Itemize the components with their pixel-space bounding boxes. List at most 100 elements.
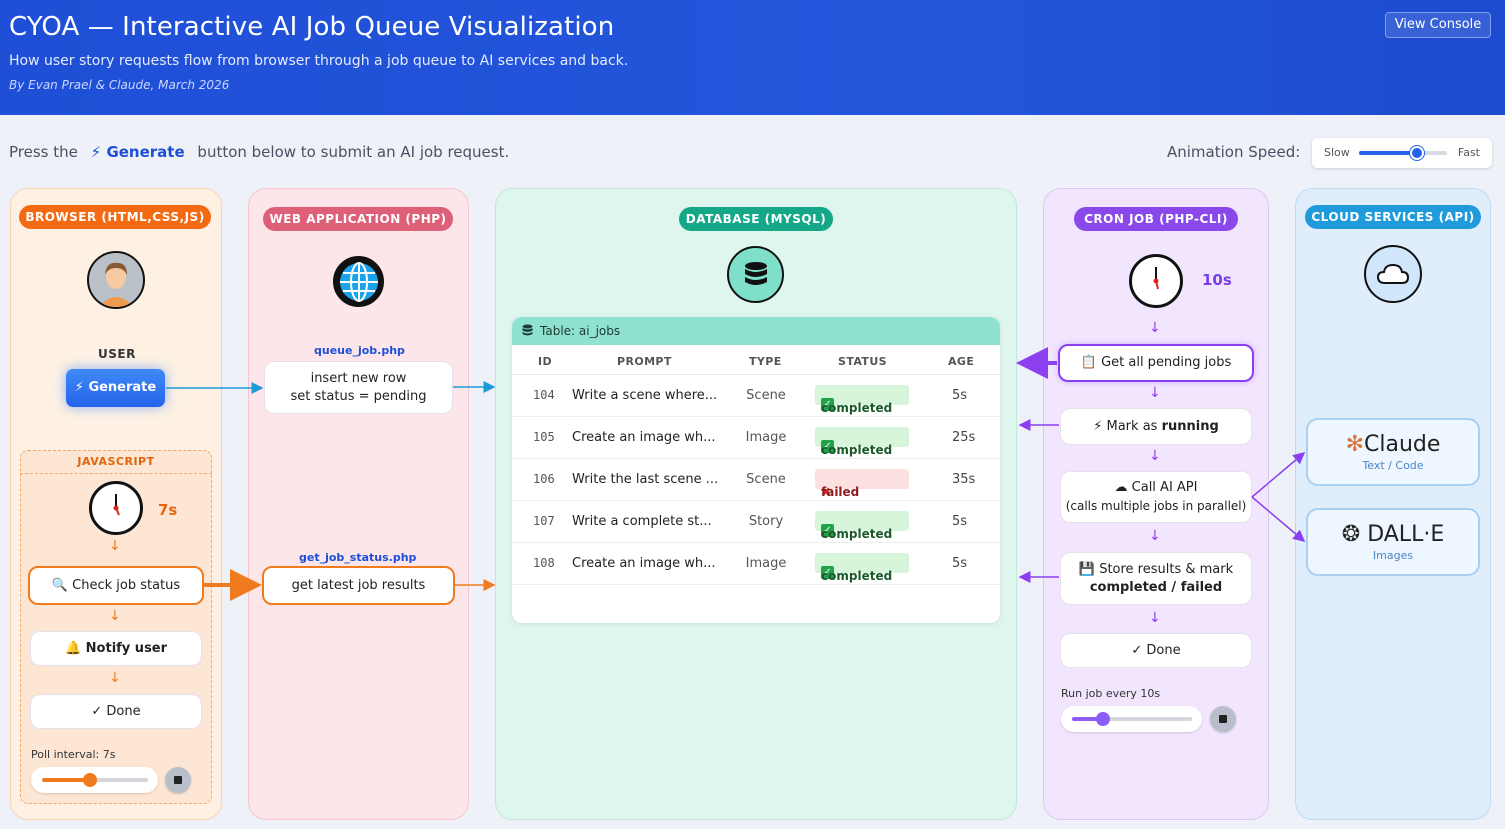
status-badge: ✓ completed: [815, 385, 909, 415]
job-type: Image: [745, 430, 787, 445]
job-id: 108: [533, 556, 555, 570]
claude-service-name: Claude: [1364, 432, 1441, 457]
job-prompt: Write the last scene ...: [572, 472, 719, 487]
store-results-line2: completed / failed: [1089, 579, 1223, 595]
page-subtitle: How user story requests flow from browse…: [9, 53, 629, 69]
queue-job-line2: set status = pending: [290, 388, 427, 404]
cloud-services-icon: [1364, 245, 1422, 303]
ai-jobs-table: Table: ai_jobs ID PROMPT TYPE STATUS AGE…: [512, 317, 1000, 623]
claude-service-card[interactable]: ✻Claude Text / Code: [1306, 418, 1480, 486]
job-age: 35s: [952, 472, 976, 487]
animation-speed-label: Animation Speed:: [1167, 143, 1301, 161]
arrow-down-icon: ↓: [1149, 528, 1161, 544]
byline: By Evan Prael & Claude, March 2026: [9, 78, 230, 92]
page-title: CYOA — Interactive AI Job Queue Visualiz…: [9, 12, 615, 42]
poll-interval-slider-box: [31, 767, 158, 793]
floppy-disk-icon: 💾: [1078, 561, 1096, 577]
search-icon: 🔍: [51, 577, 68, 593]
arrow-down-icon: ↓: [1149, 448, 1161, 464]
table-row: 104 Write a scene where... Scene ✓ completed…: [512, 375, 1000, 417]
instruction-after: button below to submit an AI job request…: [197, 143, 510, 161]
job-id: 104: [533, 388, 555, 402]
generate-button-label: Generate: [88, 380, 157, 395]
speed-slider-handle[interactable]: [1410, 146, 1424, 160]
poll-timer-clock-icon: [89, 481, 143, 535]
claude-logo-icon: ✻: [1345, 432, 1365, 457]
instruction-before: Press the: [9, 143, 78, 161]
table-title: Table: ai_jobs: [540, 324, 621, 338]
table-row: 105 Create an image wh... Image ✓ completed 2…: [512, 417, 1000, 459]
arrow-down-icon: ↓: [1149, 610, 1161, 626]
column-header-type: TYPE: [749, 355, 782, 368]
status-badge: ✓ completed: [815, 511, 909, 541]
store-results-step: 💾 Store results & mark completed / faile…: [1060, 552, 1252, 605]
generate-button[interactable]: ⚡ Generate: [66, 369, 165, 407]
get-job-status-file-label: get_job_status.php: [299, 551, 417, 564]
queue-job-step: insert new row set status = pending: [264, 361, 453, 414]
job-prompt: Write a complete st...: [572, 514, 712, 529]
cron-stop-button[interactable]: [1210, 706, 1236, 732]
speed-slow-label: Slow: [1324, 146, 1350, 159]
job-age: 5s: [952, 514, 968, 529]
poll-timer-value: 7s: [158, 501, 178, 519]
status-label: completed: [821, 401, 893, 415]
arrow-down-icon: ↓: [1149, 320, 1161, 336]
status-label: failed: [821, 485, 860, 499]
job-prompt: Write a scene where...: [572, 388, 718, 403]
browser-done-step: ✓ Done: [30, 694, 202, 729]
dalle-service-card[interactable]: ❂ DALL·E Images: [1306, 508, 1480, 576]
status-badge: ✓ completed: [815, 553, 909, 583]
browser-column-title: BROWSER (HTML,CSS,JS): [19, 205, 211, 229]
table-row: 107 Write a complete st... Story ✓ completed…: [512, 501, 1000, 543]
javascript-label: JAVASCRIPT: [20, 450, 212, 474]
poll-interval-slider[interactable]: [42, 773, 148, 787]
openai-logo-icon: ❂: [1341, 522, 1361, 547]
cloud-column-title: CLOUD SERVICES (API): [1305, 205, 1481, 229]
job-age: 25s: [952, 430, 976, 445]
get-job-status-label: get latest job results: [291, 577, 426, 593]
mark-running-step: ⚡ Mark as running: [1060, 408, 1252, 445]
speed-slider-fill: [1359, 151, 1417, 155]
job-type: Story: [748, 514, 784, 529]
database-column-title: DATABASE (MYSQL): [679, 207, 833, 231]
lightning-icon: ⚡: [90, 143, 102, 161]
table-row: 106 Write the last scene ... Scene ✖ failed 3…: [512, 459, 1000, 501]
column-header-age: AGE: [948, 355, 975, 368]
status-label: completed: [821, 527, 893, 541]
queue-job-line1: insert new row: [310, 370, 407, 386]
lightning-icon: ⚡: [74, 380, 84, 395]
view-console-button[interactable]: View Console: [1385, 12, 1491, 38]
call-ai-api-step: ☁ Call AI API (calls multiple jobs in pa…: [1060, 471, 1252, 523]
job-prompt: Create an image wh...: [572, 430, 716, 445]
arrow-down-icon: ↓: [109, 670, 121, 686]
poll-stop-button[interactable]: [165, 767, 191, 793]
job-age: 5s: [952, 388, 968, 403]
speed-fast-label: Fast: [1457, 146, 1480, 159]
cron-done-label: ✓ Done: [1131, 642, 1181, 658]
browser-done-label: ✓ Done: [91, 703, 141, 719]
globe-icon: [333, 256, 384, 307]
get-pending-jobs-step: 📋 Get all pending jobs: [1058, 344, 1254, 382]
claude-service-sub: Text / Code: [1362, 459, 1424, 472]
status-label: completed: [821, 569, 893, 583]
job-prompt: Create an image wh...: [572, 556, 716, 571]
table-title-bar: Table: ai_jobs: [512, 317, 1000, 345]
webapp-column-title: WEB APPLICATION (PHP): [263, 207, 453, 231]
call-ai-api-label: Call AI API: [1131, 480, 1198, 495]
job-type: Scene: [746, 472, 786, 487]
get-job-status-step: get latest job results: [262, 566, 455, 605]
user-avatar-icon: [87, 251, 145, 309]
cron-interval-slider[interactable]: [1072, 712, 1192, 726]
status-label: completed: [821, 443, 893, 457]
get-pending-jobs-label: Get all pending jobs: [1101, 355, 1232, 370]
mark-running-prefix: Mark as: [1106, 418, 1158, 434]
notify-user-step: 🔔 Notify user: [30, 631, 202, 666]
animation-speed-slider[interactable]: [1359, 146, 1447, 160]
table-row: 108 Create an image wh... Image ✓ completed 5…: [512, 543, 1000, 585]
cron-interval-handle[interactable]: [1096, 712, 1110, 726]
header: CYOA — Interactive AI Job Queue Visualiz…: [0, 0, 1505, 115]
table-header-row: ID PROMPT TYPE STATUS AGE: [512, 345, 1000, 375]
status-badge: ✖ failed: [815, 469, 909, 499]
poll-interval-handle[interactable]: [83, 773, 97, 787]
job-id: 107: [533, 514, 555, 528]
